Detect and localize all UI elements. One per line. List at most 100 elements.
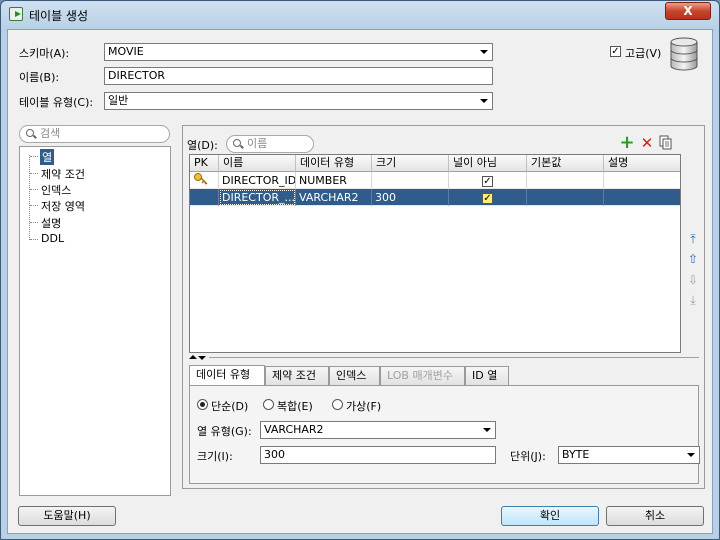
header-not-null[interactable]: 널이 아님 bbox=[449, 155, 527, 172]
splitter-line bbox=[209, 357, 699, 358]
move-bottom-icon[interactable]: ⤓ bbox=[686, 293, 700, 307]
table-type-select[interactable]: 일반 bbox=[104, 92, 493, 110]
radio-virtual[interactable] bbox=[332, 399, 343, 410]
radio-complex[interactable] bbox=[263, 399, 274, 410]
create-table-dialog: 테이블 생성 X 스키마(A): MOVIE 이름(B): DIRECTOR 테… bbox=[0, 0, 720, 540]
type-cell: VARCHAR2 bbox=[296, 189, 372, 206]
move-top-icon[interactable]: ⤒ bbox=[686, 232, 700, 246]
size-cell bbox=[372, 172, 449, 189]
columns-grid: PK 이름 데이터 유형 크기 널이 아님 기본값 설명 DIRECTOR_ID… bbox=[189, 154, 681, 353]
chevron-down-icon bbox=[480, 50, 488, 54]
columns-filter-placeholder: 이름 bbox=[247, 137, 268, 150]
data-type-pane: 단순(D) 복합(E) 가상(F) 열 유형(G): VARCHAR2 크기(I… bbox=[189, 385, 700, 484]
header-size[interactable]: 크기 bbox=[372, 155, 449, 172]
key-icon bbox=[194, 173, 208, 185]
tree-connector bbox=[30, 239, 38, 240]
add-column-icon[interactable]: + bbox=[619, 134, 635, 152]
pk-cell bbox=[190, 189, 219, 206]
advanced-checkbox[interactable]: ✓ bbox=[610, 46, 621, 57]
nav-search-input[interactable]: 검색 bbox=[19, 125, 170, 143]
move-up-icon[interactable]: ⇧ bbox=[686, 252, 700, 266]
schema-value: MOVIE bbox=[108, 45, 144, 58]
name-cell: DIRECTOR_ID bbox=[219, 172, 296, 189]
advanced-label: 고급(V) bbox=[625, 47, 662, 60]
nav-item-indexes[interactable]: 인덱스 bbox=[41, 182, 71, 198]
detail-tabs: 데이터 유형 제약 조건 인덱스 LOB 매개변수 ID 열 bbox=[189, 365, 699, 386]
size-value: 300 bbox=[264, 448, 285, 461]
help-button[interactable]: 도움말(H) bbox=[18, 506, 116, 526]
cancel-button[interactable]: 취소 bbox=[606, 506, 704, 526]
name-label: 이름(B): bbox=[19, 71, 60, 84]
columns-filter-input[interactable]: 이름 bbox=[226, 135, 314, 153]
chevron-down-icon bbox=[687, 453, 695, 457]
nav-item-comment[interactable]: 설명 bbox=[41, 215, 61, 231]
tree-connector bbox=[30, 173, 38, 174]
radio-simple-label: 단순(D) bbox=[211, 400, 249, 413]
header-data-type[interactable]: 데이터 유형 bbox=[296, 155, 372, 172]
tab-lob-parameters[interactable]: LOB 매개변수 bbox=[380, 366, 465, 385]
columns-panel: 열(D): 이름 + ✕ PK 이름 데이터 유형 크기 널이 아님 기본값 설… bbox=[182, 125, 705, 489]
nav-item-columns[interactable]: 열 bbox=[40, 149, 55, 165]
table-type-value: 일반 bbox=[108, 94, 129, 107]
close-button[interactable]: X bbox=[665, 2, 711, 20]
header-comment[interactable]: 설명 bbox=[604, 155, 680, 172]
tab-identity-column[interactable]: ID 열 bbox=[465, 366, 509, 385]
window-title: 테이블 생성 bbox=[29, 9, 89, 23]
default-cell bbox=[527, 189, 604, 206]
nav-tree: 열 제약 조건 인덱스 저장 영역 설명 DDL bbox=[19, 146, 171, 496]
radio-complex-label: 복합(E) bbox=[277, 400, 313, 413]
nav-item-ddl[interactable]: DDL bbox=[41, 232, 64, 245]
tree-connector bbox=[30, 156, 38, 157]
header-default[interactable]: 기본값 bbox=[527, 155, 604, 172]
size-input[interactable]: 300 bbox=[260, 446, 496, 464]
remove-column-icon[interactable]: ✕ bbox=[639, 135, 655, 151]
table-name-input[interactable]: DIRECTOR bbox=[104, 67, 493, 85]
tree-connector bbox=[30, 189, 38, 190]
nav-item-constraints[interactable]: 제약 조건 bbox=[41, 166, 85, 182]
table-type-label: 테이블 유형(C): bbox=[19, 96, 94, 109]
database-icon bbox=[670, 37, 698, 71]
not-null-checkbox[interactable]: ✓ bbox=[482, 175, 493, 187]
header-pk[interactable]: PK bbox=[190, 155, 219, 172]
not-null-checkbox[interactable]: ✓ bbox=[482, 192, 493, 204]
unit-select[interactable]: BYTE bbox=[558, 446, 700, 464]
radio-virtual-label: 가상(F) bbox=[346, 400, 382, 413]
schema-label: 스키마(A): bbox=[19, 47, 70, 60]
table-name-value: DIRECTOR bbox=[108, 69, 166, 82]
tree-connector bbox=[29, 155, 30, 240]
pk-cell bbox=[190, 172, 219, 189]
ok-button[interactable]: 확인 bbox=[501, 506, 599, 526]
default-cell bbox=[527, 172, 604, 189]
dialog-body: 스키마(A): MOVIE 이름(B): DIRECTOR 테이블 유형(C):… bbox=[7, 29, 713, 534]
size-label: 크기(I): bbox=[197, 450, 233, 463]
tab-data-type[interactable]: 데이터 유형 bbox=[189, 365, 265, 385]
nav-item-storage[interactable]: 저장 영역 bbox=[41, 198, 85, 214]
title-bar[interactable]: 테이블 생성 X bbox=[1, 1, 719, 27]
not-null-cell: ✓ bbox=[449, 189, 527, 206]
move-down-icon[interactable]: ⇩ bbox=[686, 273, 700, 287]
collapse-up-icon[interactable] bbox=[189, 355, 197, 359]
table-add-icon bbox=[9, 7, 23, 21]
chevron-down-icon bbox=[480, 99, 488, 103]
radio-simple[interactable] bbox=[197, 399, 208, 410]
column-type-select[interactable]: VARCHAR2 bbox=[260, 421, 496, 439]
comment-cell bbox=[604, 172, 680, 189]
column-type-value: VARCHAR2 bbox=[264, 423, 324, 436]
size-cell: 300 bbox=[372, 189, 449, 206]
schema-select[interactable]: MOVIE bbox=[104, 43, 493, 61]
header-name[interactable]: 이름 bbox=[219, 155, 296, 172]
name-cell: DIRECTOR_... bbox=[219, 189, 296, 206]
tree-connector bbox=[30, 205, 38, 206]
splitter-handle[interactable] bbox=[189, 355, 699, 360]
column-type-label: 열 유형(G): bbox=[197, 425, 252, 438]
search-icon bbox=[233, 139, 241, 147]
chevron-down-icon bbox=[483, 428, 491, 432]
type-cell: NUMBER bbox=[296, 172, 372, 189]
tab-constraints[interactable]: 제약 조건 bbox=[265, 366, 329, 385]
unit-value: BYTE bbox=[562, 448, 590, 461]
search-icon bbox=[26, 129, 34, 137]
collapse-down-icon[interactable] bbox=[198, 356, 206, 360]
unit-label: 단위(J): bbox=[510, 450, 546, 463]
copy-icon[interactable] bbox=[658, 135, 674, 151]
tab-indexes[interactable]: 인덱스 bbox=[329, 366, 380, 385]
